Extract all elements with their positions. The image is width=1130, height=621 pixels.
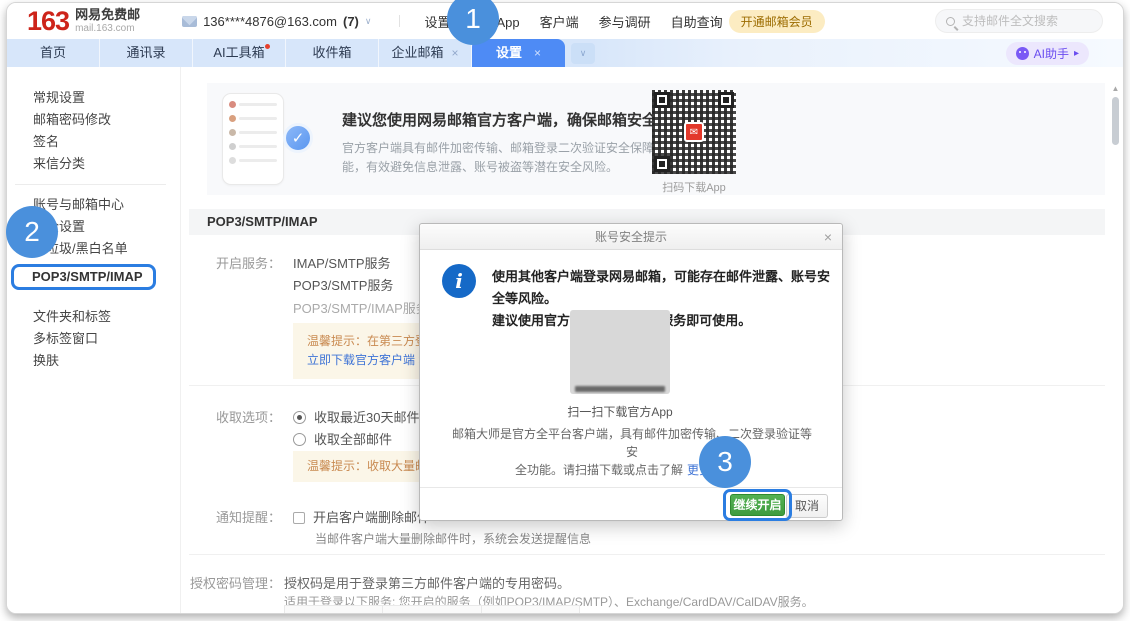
fetch-label: 收取选项： (181, 407, 281, 426)
tab-enterprise-mail[interactable]: 企业邮箱× (379, 39, 472, 67)
top-header: 163 网易免费邮 mail.163.com 136****4876@163.c… (7, 3, 1123, 39)
cancel-button[interactable]: 取消 (786, 494, 828, 518)
official-client-banner: ✓ 建议您使用网易邮箱官方客户端，确保邮箱安全 官方客户端具有邮件加密传输、邮箱… (207, 83, 1105, 195)
unread-count: (7) (343, 14, 359, 29)
scroll-up-icon[interactable]: ▲ (1111, 83, 1120, 95)
account-email: 136****4876@163.com (203, 14, 337, 29)
close-icon[interactable]: × (824, 224, 832, 250)
annotation-step-3: 3 (699, 436, 751, 488)
chevron-down-icon: ∨ (365, 16, 372, 27)
continue-enable-button[interactable]: 继续开启 (730, 494, 785, 516)
fetch-option-30days[interactable]: 收取最近30天邮件 (293, 407, 419, 426)
tab-ai-toolbox[interactable]: AI工具箱 (193, 39, 286, 67)
service-imap-smtp: IMAP/SMTP服务 (293, 253, 391, 272)
scrollbar-thumb[interactable] (1112, 97, 1119, 145)
mail-master-logo-icon: ✉ (684, 122, 704, 142)
account-security-dialog: 账号安全提示 × i 使用其他客户端登录网易邮箱，可能存在邮件泄露、账号安全等风… (419, 223, 843, 521)
sidebar-item-general[interactable]: 常规设置 (7, 87, 180, 109)
nav-client-link[interactable]: 客户端 (540, 12, 579, 31)
vip-badge[interactable]: 开通邮箱会员 (729, 10, 825, 33)
shield-check-icon: ✓ (283, 123, 313, 153)
nav-self-service-link[interactable]: 自助查询 (671, 12, 723, 31)
checkbox-unchecked-icon[interactable] (293, 512, 305, 524)
sidebar-item-pop3-smtp-imap[interactable]: POP3/SMTP/IMAP (11, 264, 156, 290)
sidebar-divider (15, 184, 166, 185)
qr-placeholder (570, 310, 670, 394)
ai-assistant-button[interactable]: AI助手 ▸ (1006, 42, 1089, 65)
qr-caption: 扫码下载App (629, 179, 759, 195)
service-pop3-smtp: POP3/SMTP服务 (293, 275, 393, 294)
search-icon (946, 17, 955, 26)
annotation-step-2: 2 (6, 206, 58, 258)
close-tab-icon[interactable]: × (452, 46, 459, 60)
tab-contacts[interactable]: 通讯录 (100, 39, 193, 67)
nav-survey-link[interactable]: 参与调研 (599, 12, 651, 31)
scrollbar[interactable]: ▲ (1111, 83, 1120, 223)
brand-name: 网易免费邮 (75, 8, 140, 22)
search-box[interactable] (935, 9, 1103, 33)
settings-sidebar: 常规设置 邮箱密码修改 签名 来信分类 账号与邮箱中心 安全设置 反垃圾/黑白名… (7, 67, 181, 613)
notification-dot (265, 44, 270, 49)
tab-inbox[interactable]: 收件箱 (286, 39, 379, 67)
brand-domain: mail.163.com (75, 23, 140, 34)
service-label: 开启服务： (181, 253, 281, 272)
fetch-option-all[interactable]: 收取全部邮件 (293, 429, 392, 448)
sidebar-item-skin[interactable]: 换肤 (7, 350, 180, 372)
phone-mockup-image (222, 93, 284, 185)
qr-covered-text (575, 386, 665, 392)
notify-label: 通知提醒： (181, 507, 281, 526)
radio-checked-icon[interactable] (293, 411, 306, 424)
auth-label: 授权密码管理： (181, 573, 281, 592)
app-window: 163 网易免费邮 mail.163.com 136****4876@163.c… (6, 2, 1124, 614)
auth-code-table-partial (284, 605, 580, 614)
auth-line1: 授权码是用于登录第三方邮件客户端的专用密码。 (284, 573, 570, 592)
notify-subtext: 当邮件客户端大量删除邮件时，系统会发送提醒信息 (315, 530, 591, 547)
sidebar-item-multitab[interactable]: 多标签窗口 (7, 328, 180, 350)
ai-assistant-icon (1016, 47, 1029, 60)
tab-list-dropdown[interactable]: ∨ (571, 43, 595, 64)
tab-home[interactable]: 首页 (7, 39, 100, 67)
dialog-title: 账号安全提示 (420, 224, 842, 250)
dialog-description: 邮箱大师是官方全平台客户端，具有邮件加密传输、二次登录验证等安 全功能。请扫描下… (450, 425, 814, 479)
service-pop3-smtp-imap: POP3/SMTP/IMAP服务 (293, 298, 429, 317)
tab-bar: 首页 通讯录 AI工具箱 收件箱 企业邮箱× 设置× ∨ AI助手 ▸ (7, 39, 1123, 67)
sidebar-item-signature[interactable]: 签名 (7, 131, 180, 153)
search-input[interactable] (962, 14, 1092, 28)
tab-settings[interactable]: 设置× (472, 39, 565, 67)
sidebar-item-password[interactable]: 邮箱密码修改 (7, 109, 180, 131)
sidebar-item-folders-labels[interactable]: 文件夹和标签 (7, 306, 180, 328)
header-nav: 设置 手机App 客户端 参与调研 自助查询 (395, 12, 722, 31)
dialog-qr-caption: 扫一扫下载官方App (520, 403, 720, 420)
row-divider (189, 554, 1105, 555)
info-icon: i (442, 264, 476, 298)
banner-subtitle: 官方客户端具有邮件加密传输、邮箱登录二次验证安全保障功 能，有效避免信息泄露、账… (342, 139, 666, 177)
logo-163: 163 (27, 6, 69, 36)
dialog-footer-divider (420, 487, 842, 488)
divider (399, 15, 400, 27)
account-menu[interactable]: 136****4876@163.com (7) ∨ (182, 14, 371, 29)
banner-title: 建议您使用网易邮箱官方客户端，确保邮箱安全 (342, 109, 657, 130)
mail-icon (182, 16, 197, 27)
qr-code-download-app: ✉ (652, 90, 736, 174)
confirm-highlight-box: 继续开启 (723, 489, 792, 521)
radio-unchecked-icon[interactable] (293, 433, 306, 446)
sidebar-item-mail-sorting[interactable]: 来信分类 (7, 153, 180, 175)
arrow-right-icon: ▸ (1074, 48, 1079, 59)
notify-checkbox-row[interactable]: 开启客户端删除邮件 (293, 507, 430, 526)
close-tab-icon[interactable]: × (534, 46, 541, 60)
